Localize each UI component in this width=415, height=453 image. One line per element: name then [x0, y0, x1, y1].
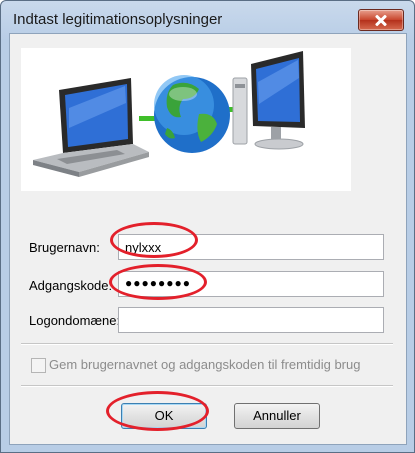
dialog-body: Brugernavn: nylxxx Adgangskode: ●●●●●●●●…: [9, 33, 407, 445]
annotation-ring-ok: [106, 391, 209, 431]
username-label: Brugernavn:: [29, 240, 100, 255]
annotation-ring-password: [109, 264, 207, 300]
remember-label: Gem brugernavnet og adgangskoden til fre…: [49, 357, 361, 372]
credentials-dialog: Indtast legitimationsoplysninger Brugern…: [0, 0, 415, 453]
remember-checkbox[interactable]: [31, 358, 46, 373]
domain-field[interactable]: [118, 307, 384, 333]
desktop-computer-icon: [232, 51, 305, 150]
laptop-icon: [33, 78, 149, 177]
password-label: Adgangskode:: [29, 278, 113, 293]
window-title: Indtast legitimationsoplysninger: [13, 11, 223, 28]
globe-icon: [154, 75, 230, 153]
cancel-button[interactable]: Annuller: [234, 403, 320, 429]
annotation-ring-username: [110, 222, 198, 258]
domain-label: Logondomæne:: [29, 313, 121, 328]
separator: [21, 343, 393, 345]
network-banner-image: [21, 48, 351, 191]
separator: [21, 385, 393, 387]
close-button[interactable]: [358, 9, 404, 31]
